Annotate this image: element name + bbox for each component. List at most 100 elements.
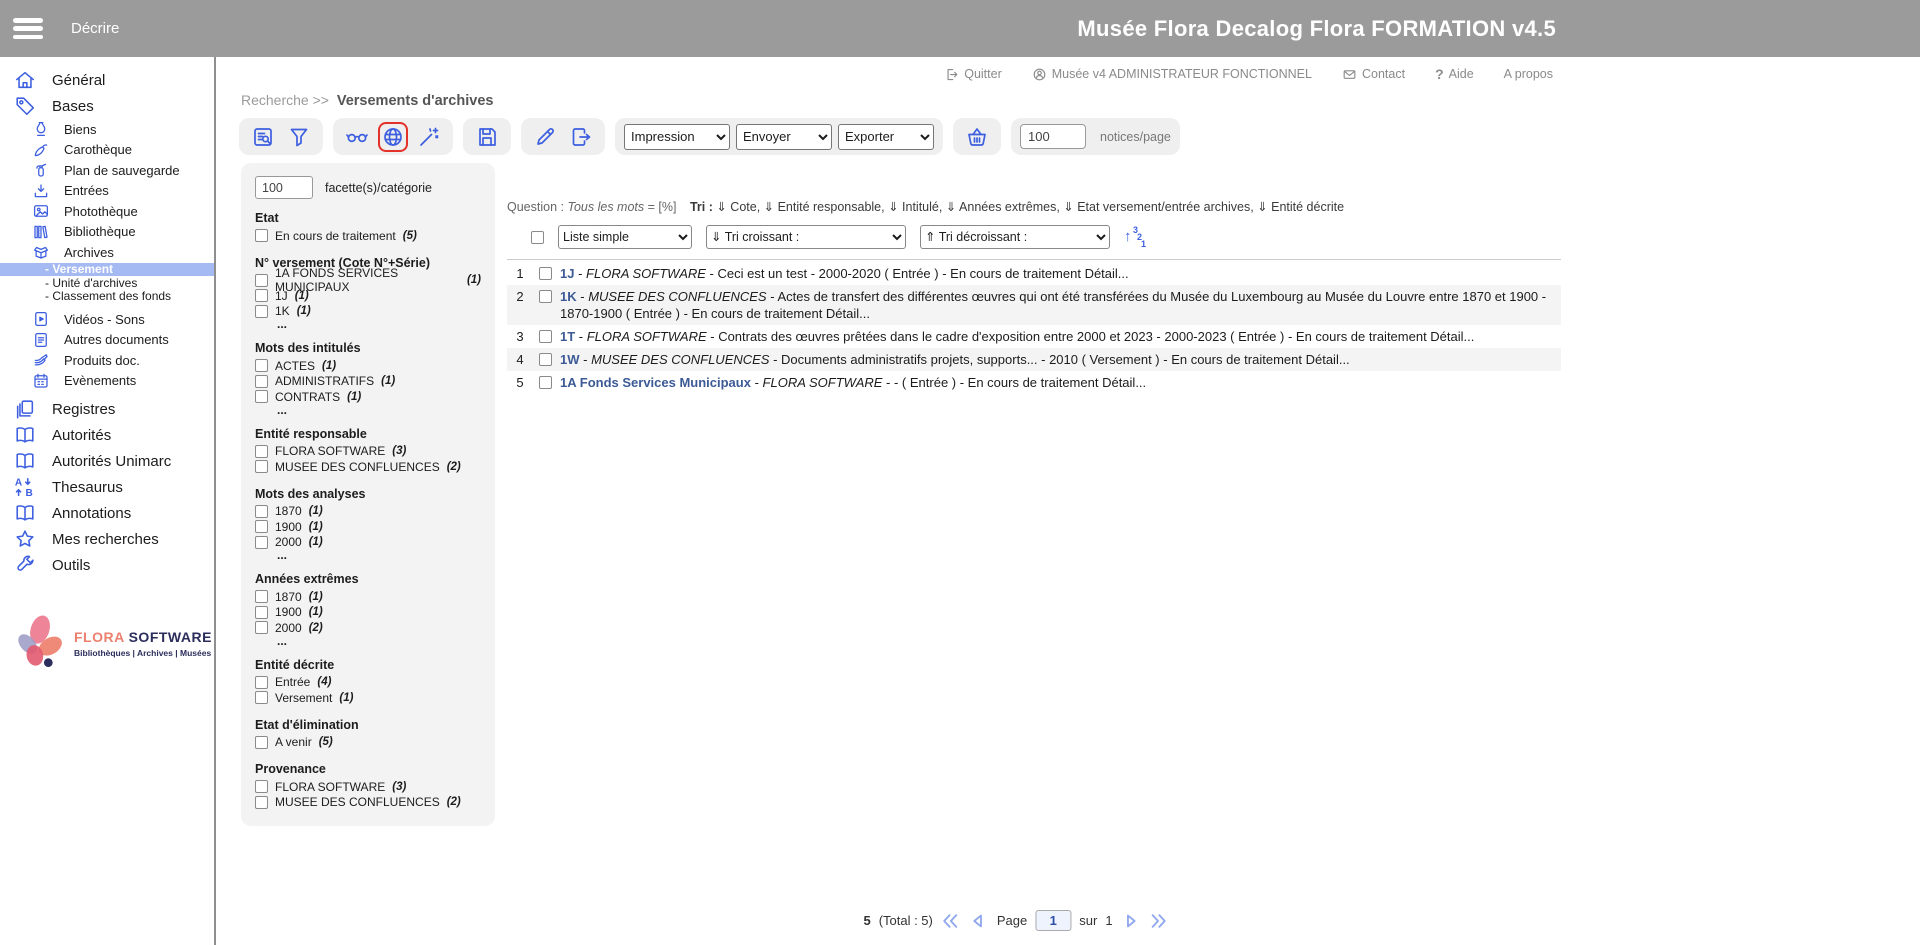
facet-option[interactable]: CONTRATS(1)	[255, 389, 481, 405]
sort-ascending-select[interactable]: ⇓ Tri croissant :	[706, 225, 906, 249]
sidebar-item-produits-doc[interactable]: Produits doc.	[0, 350, 214, 371]
magic-wand-button[interactable]	[414, 122, 444, 152]
send-select[interactable]: Envoyer	[736, 124, 832, 150]
record-cote[interactable]: 1J	[560, 266, 574, 281]
row-checkbox[interactable]	[539, 290, 552, 303]
sidebar-item-mes-recherches[interactable]: Mes recherches	[0, 526, 214, 552]
row-checkbox[interactable]	[539, 267, 552, 280]
facet-checkbox[interactable]	[255, 305, 268, 318]
previous-page-icon[interactable]	[969, 911, 989, 931]
facet-checkbox[interactable]	[255, 445, 268, 458]
facet-checkbox[interactable]	[255, 390, 268, 403]
sidebar-item-phototheque[interactable]: Photothèque	[0, 201, 214, 222]
edit-button[interactable]	[530, 122, 560, 152]
facet-option[interactable]: 1870(1)	[255, 504, 481, 520]
facet-checkbox[interactable]	[255, 676, 268, 689]
facet-checkbox[interactable]	[255, 621, 268, 634]
result-row[interactable]: 5 1A Fonds Services Municipaux - FLORA S…	[507, 371, 1561, 394]
facet-checkbox[interactable]	[255, 460, 268, 473]
sidebar-item-autres-documents[interactable]: Autres documents	[0, 330, 214, 351]
facet-checkbox[interactable]	[255, 375, 268, 388]
breadcrumb-section[interactable]: Recherche >>	[241, 92, 329, 108]
facet-more-link[interactable]: ...	[277, 319, 481, 329]
record-cote[interactable]: 1W	[560, 352, 580, 367]
user-account[interactable]: Musée v4 ADMINISTRATEUR FONCTIONNEL	[1032, 67, 1312, 82]
facet-checkbox[interactable]	[255, 359, 268, 372]
sidebar-item-archives[interactable]: Archives	[0, 242, 214, 263]
basket-button[interactable]	[962, 122, 992, 152]
row-checkbox[interactable]	[539, 353, 552, 366]
facet-option[interactable]: FLORA SOFTWARE(3)	[255, 779, 481, 795]
facet-option[interactable]: Versement(1)	[255, 690, 481, 706]
export-record-button[interactable]	[566, 122, 596, 152]
row-checkbox[interactable]	[539, 376, 552, 389]
export-select[interactable]: Exporter	[838, 124, 934, 150]
help-link[interactable]: ? Aide	[1435, 66, 1474, 82]
facet-option[interactable]: 2000(1)	[255, 535, 481, 551]
facet-checkbox[interactable]	[255, 505, 268, 518]
web-publish-button[interactable]	[378, 122, 408, 152]
facet-option[interactable]: 1A FONDS SERVICES MUNICIPAUX(1)	[255, 273, 481, 289]
result-row[interactable]: 4 1W - MUSEE DES CONFLUENCES - Documents…	[507, 348, 1561, 371]
facet-checkbox[interactable]	[255, 780, 268, 793]
facet-option[interactable]: ACTES(1)	[255, 358, 481, 374]
sidebar-item-annotations[interactable]: Annotations	[0, 500, 214, 526]
result-row[interactable]: 2 1K - MUSEE DES CONFLUENCES - Actes de …	[507, 285, 1561, 325]
facet-option[interactable]: 2000(2)	[255, 620, 481, 636]
sidebar-item-thesaurus[interactable]: AB Thesaurus	[0, 474, 214, 500]
record-cote[interactable]: 1T	[560, 329, 575, 344]
sidebar-item-autorites[interactable]: Autorités	[0, 422, 214, 448]
save-button[interactable]	[472, 122, 502, 152]
facet-checkbox[interactable]	[255, 606, 268, 619]
print-select[interactable]: Impression	[624, 124, 730, 150]
sidebar-item-general[interactable]: Général	[0, 67, 214, 93]
sidebar-item-entrees[interactable]: Entrées	[0, 181, 214, 202]
select-all-checkbox[interactable]	[531, 231, 544, 244]
facet-checkbox[interactable]	[255, 536, 268, 549]
row-checkbox[interactable]	[539, 330, 552, 343]
notices-per-page-input[interactable]	[1020, 124, 1086, 149]
facet-count-input[interactable]	[255, 176, 313, 199]
contact-link[interactable]: Contact	[1342, 67, 1405, 82]
facet-option[interactable]: MUSEE DES CONFLUENCES(2)	[255, 795, 481, 811]
sidebar-item-bibliotheque[interactable]: Bibliothèque	[0, 222, 214, 243]
list-search-button[interactable]	[248, 122, 278, 152]
facet-checkbox[interactable]	[255, 274, 268, 287]
sort-numeric-icon[interactable]: 3↑21	[1124, 225, 1146, 249]
first-page-icon[interactable]	[941, 911, 961, 931]
sidebar-item-autorites-unimarc[interactable]: Autorités Unimarc	[0, 448, 214, 474]
facet-option[interactable]: En cours de traitement(5)	[255, 228, 481, 244]
sidebar-item-unite-archives[interactable]: - Unité d'archives	[0, 276, 214, 290]
facet-option[interactable]: MUSEE DES CONFLUENCES(2)	[255, 459, 481, 475]
sidebar-item-carotheque[interactable]: Carothèque	[0, 140, 214, 161]
facet-checkbox[interactable]	[255, 796, 268, 809]
result-row[interactable]: 1 1J - FLORA SOFTWARE - Ceci est un test…	[507, 262, 1561, 285]
facet-option[interactable]: A venir(5)	[255, 735, 481, 751]
view-button[interactable]	[342, 122, 372, 152]
sidebar-item-evenements[interactable]: Evènements	[0, 371, 214, 392]
sidebar-item-registres[interactable]: Registres	[0, 396, 214, 422]
facet-option[interactable]: ADMINISTRATIFS(1)	[255, 374, 481, 390]
page-number-input[interactable]	[1035, 910, 1071, 931]
detail-link[interactable]: Détail...	[826, 306, 870, 321]
sidebar-item-videos-sons[interactable]: Vidéos - Sons	[0, 309, 214, 330]
record-cote[interactable]: 1K	[560, 289, 577, 304]
sidebar-item-plan-sauvegarde[interactable]: Plan de sauvegarde	[0, 160, 214, 181]
last-page-icon[interactable]	[1149, 911, 1169, 931]
facet-checkbox[interactable]	[255, 736, 268, 749]
sidebar-item-bases[interactable]: Bases	[0, 93, 214, 119]
facet-option[interactable]: 1870(1)	[255, 589, 481, 605]
sidebar-item-outils[interactable]: Outils	[0, 552, 214, 578]
facet-checkbox[interactable]	[255, 229, 268, 242]
detail-link[interactable]: Détail...	[1306, 352, 1350, 367]
hamburger-menu-icon[interactable]	[13, 18, 43, 39]
facet-more-link[interactable]: ...	[277, 550, 481, 560]
result-row[interactable]: 3 1T - FLORA SOFTWARE - Contrats des œuv…	[507, 325, 1561, 348]
detail-link[interactable]: Détail...	[1430, 329, 1474, 344]
quit-link[interactable]: Quitter	[944, 67, 1002, 82]
facet-checkbox[interactable]	[255, 520, 268, 533]
facet-option[interactable]: 1900(1)	[255, 519, 481, 535]
detail-link[interactable]: Détail...	[1102, 375, 1146, 390]
detail-link[interactable]: Détail...	[1085, 266, 1129, 281]
facet-checkbox[interactable]	[255, 691, 268, 704]
